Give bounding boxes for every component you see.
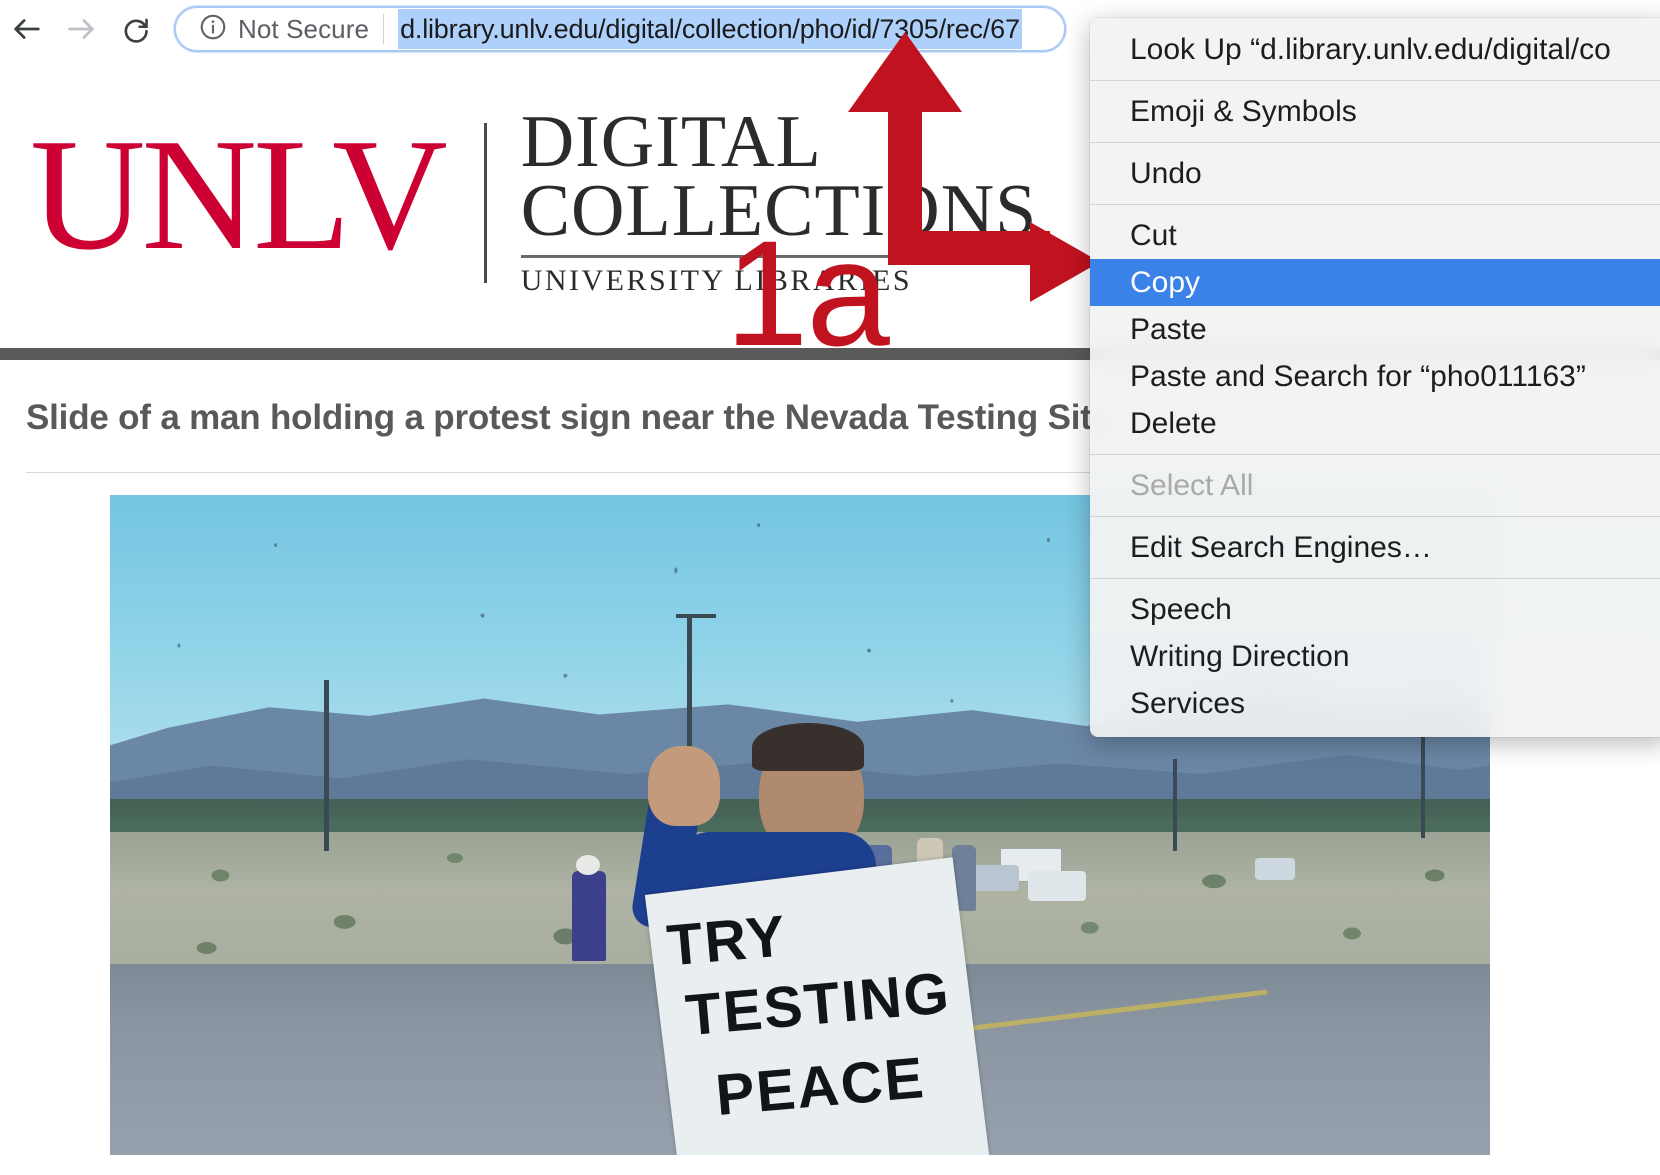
menu-separator-6 bbox=[1090, 578, 1660, 579]
menu-separator-1 bbox=[1090, 80, 1660, 81]
menu-item-undo[interactable]: Undo bbox=[1090, 150, 1660, 197]
annotation-arrow-up-head bbox=[848, 32, 962, 112]
menu-item-look-up[interactable]: Look Up “d.library.unlv.edu/digital/co bbox=[1090, 26, 1660, 73]
menu-separator-5 bbox=[1090, 516, 1660, 517]
menu-separator-2 bbox=[1090, 142, 1660, 143]
screen: Not Secure d.library.unlv.edu/digital/co… bbox=[0, 0, 1660, 1175]
menu-item-writing-direction[interactable]: Writing Direction bbox=[1090, 633, 1660, 680]
context-menu[interactable]: Look Up “d.library.unlv.edu/digital/co E… bbox=[1090, 18, 1660, 737]
menu-item-copy[interactable]: Copy bbox=[1090, 259, 1660, 306]
menu-item-emoji-symbols[interactable]: Emoji & Symbols bbox=[1090, 88, 1660, 135]
annotation-step-label: 1a bbox=[725, 209, 890, 377]
menu-separator-4 bbox=[1090, 454, 1660, 455]
menu-item-speech[interactable]: Speech bbox=[1090, 586, 1660, 633]
menu-item-edit-search-engines[interactable]: Edit Search Engines… bbox=[1090, 524, 1660, 571]
menu-item-select-all: Select All bbox=[1130, 469, 1254, 502]
menu-item-paste[interactable]: Paste bbox=[1090, 306, 1660, 353]
menu-separator-3 bbox=[1090, 204, 1660, 205]
menu-item-delete[interactable]: Delete bbox=[1090, 400, 1660, 447]
menu-item-paste-and-search[interactable]: Paste and Search for “pho011163” bbox=[1090, 353, 1660, 400]
menu-item-services[interactable]: Services bbox=[1090, 680, 1660, 727]
menu-item-cut[interactable]: Cut bbox=[1090, 212, 1660, 259]
